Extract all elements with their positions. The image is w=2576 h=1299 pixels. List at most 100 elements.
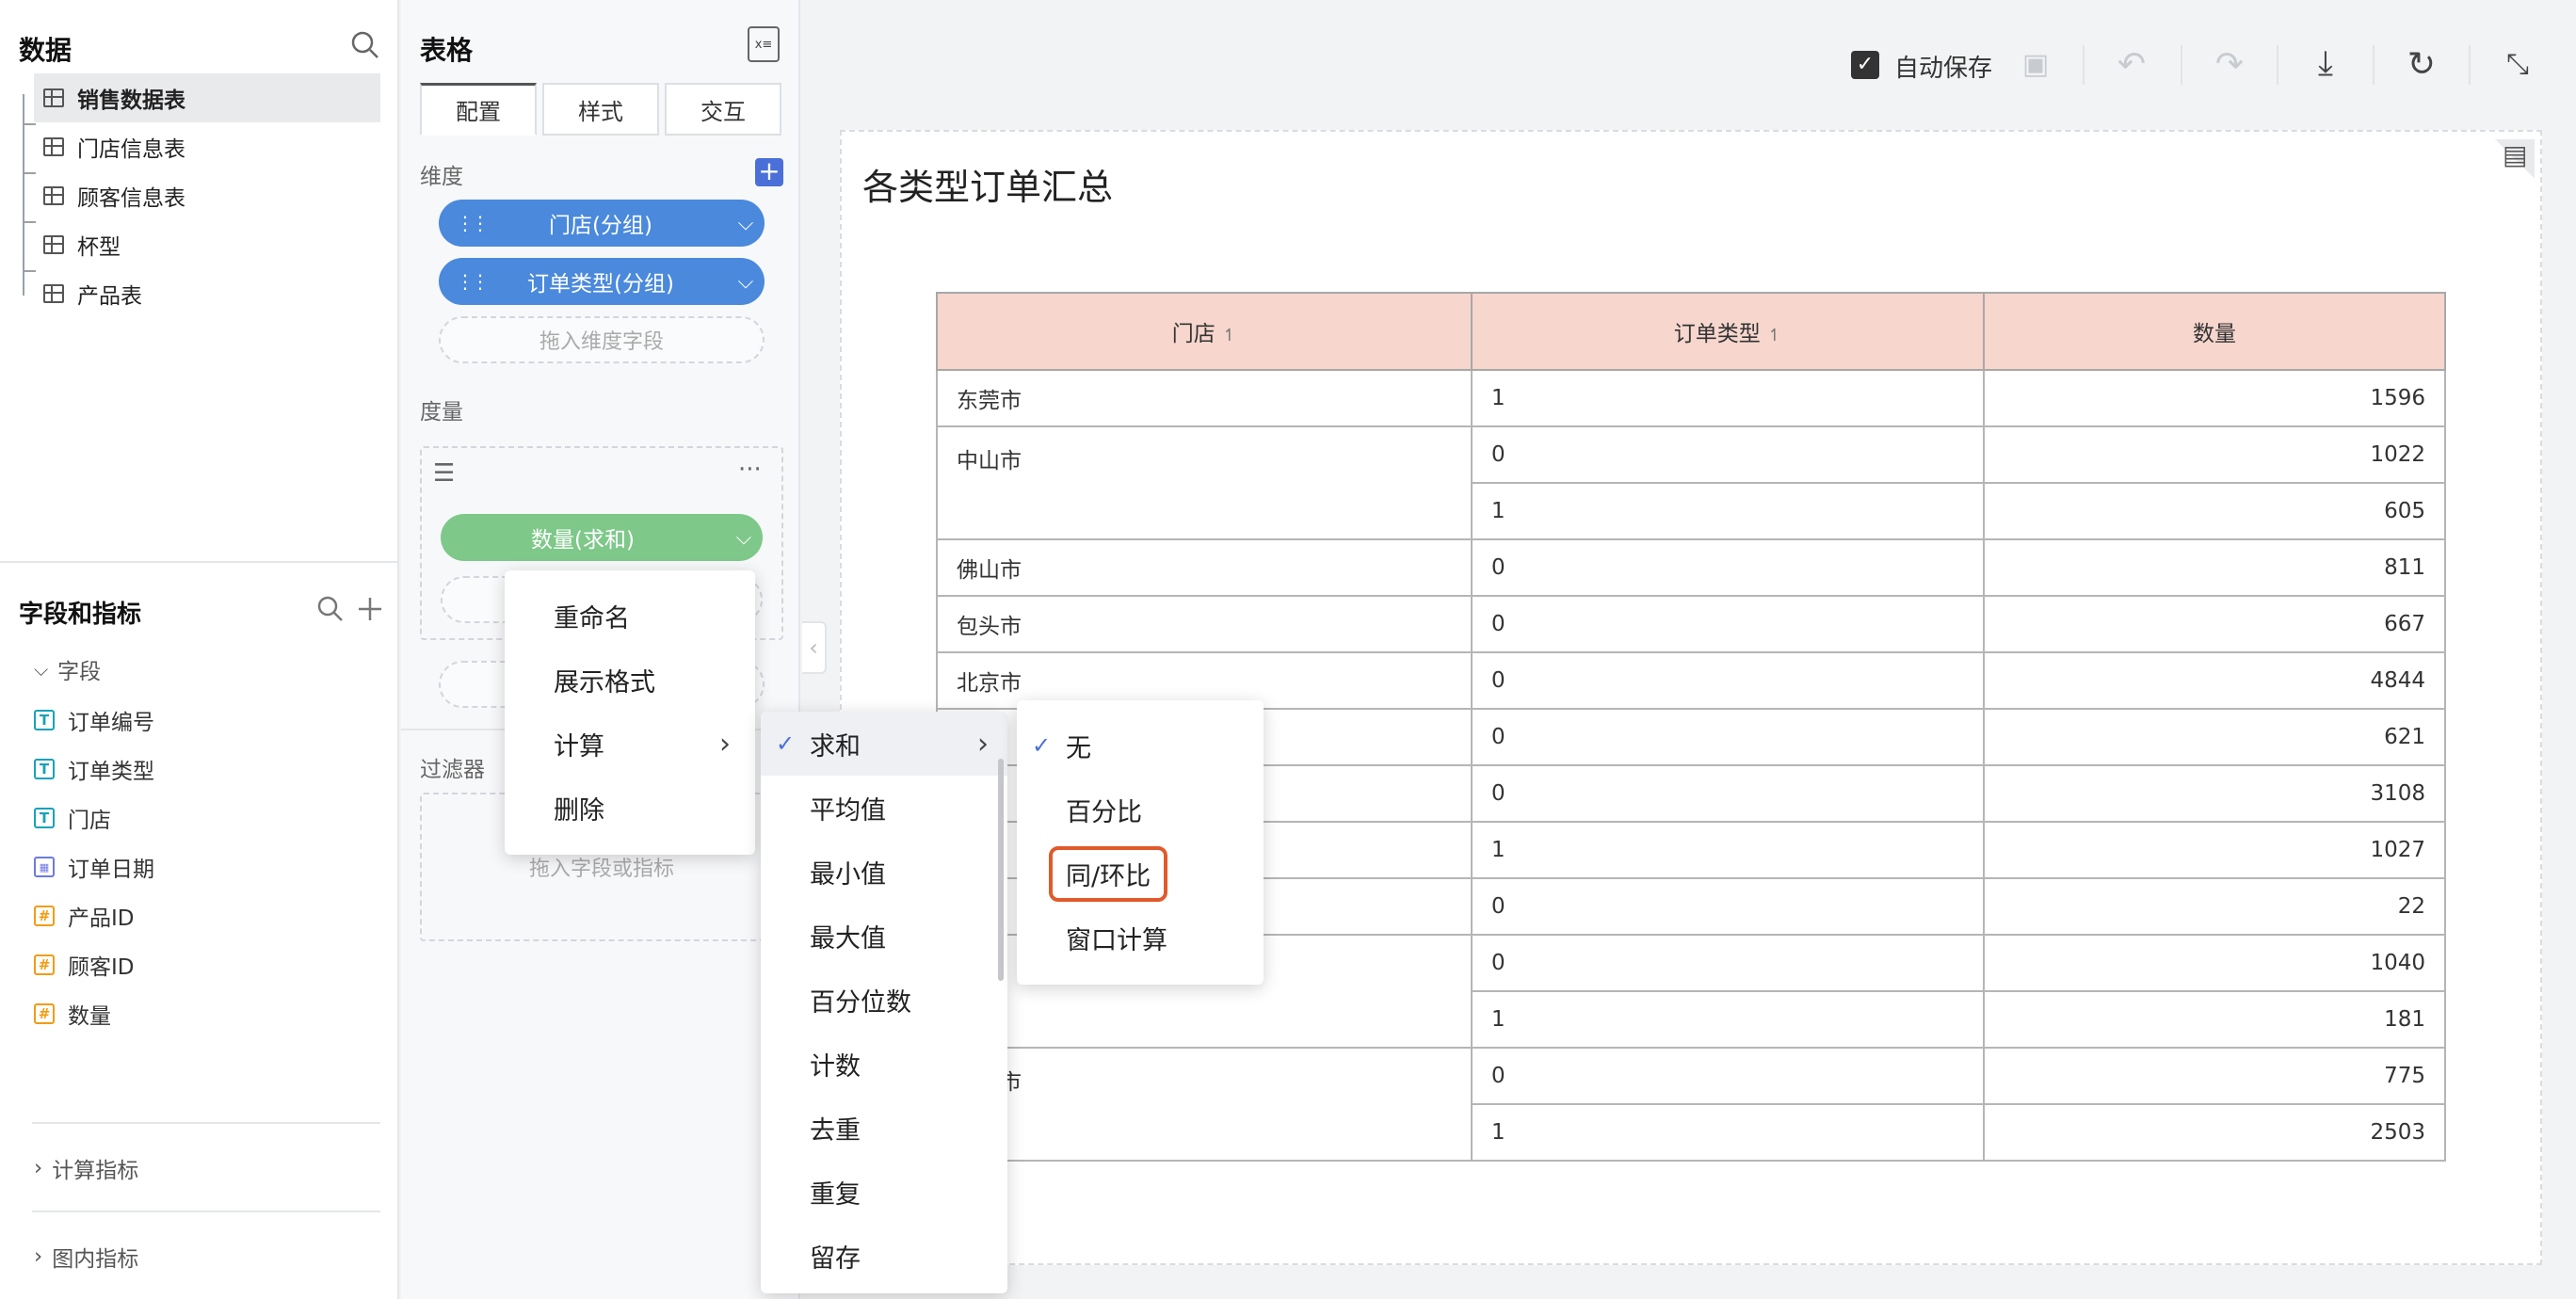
chevron-down-icon[interactable]: ⌵ — [727, 270, 765, 294]
dimension-drop-zone[interactable]: 拖入维度字段 — [439, 316, 765, 363]
chevron-down-icon[interactable]: ⌵ — [727, 212, 765, 235]
table-icon — [43, 88, 64, 107]
export-excel-icon[interactable]: x≡ — [748, 26, 780, 62]
table-item-cup[interactable]: 杯型 — [34, 220, 380, 269]
inner-metrics-toggle[interactable]: › 图内指标 — [34, 1241, 138, 1273]
drag-handle-icon[interactable]: ⋮⋮ — [456, 270, 490, 293]
autosave-label: 自动保存 — [1894, 55, 1993, 83]
sort-icon[interactable]: ↿ — [1767, 326, 1781, 345]
number-type-icon: # — [34, 906, 55, 926]
cell-qty: 22 — [1983, 877, 2446, 936]
field-label: 订单日期 — [68, 858, 154, 882]
menu-item-repeat[interactable]: 重复 — [761, 1160, 1007, 1224]
menu-item-label: 留存 — [810, 1243, 861, 1274]
refresh-icon[interactable]: ↻ — [2399, 41, 2444, 87]
header-label: 订单类型 — [1673, 322, 1761, 346]
cell-qty: 181 — [1983, 990, 2446, 1049]
add-icon[interactable] — [356, 595, 384, 623]
menu-item-percentage[interactable]: 百分比 — [1017, 778, 1264, 842]
menu-item-window-calc[interactable]: 窗口计算 — [1017, 906, 1264, 970]
field-item[interactable]: T 门店 — [34, 796, 111, 840]
column-header-quantity[interactable]: 数量 — [1983, 292, 2446, 371]
field-label: 顾客ID — [68, 955, 135, 980]
menu-item-format[interactable]: 展示格式 — [505, 648, 755, 712]
autosave-checkbox[interactable]: ✓ — [1851, 51, 1879, 79]
cell-type: 1 — [1471, 1103, 1985, 1162]
download-icon[interactable]: ⤓ — [2303, 41, 2348, 87]
field-item[interactable]: ▦ 订单日期 — [34, 845, 154, 889]
chevron-right-icon: › — [977, 727, 989, 761]
redo-icon[interactable]: ↷ — [2207, 41, 2252, 87]
table-item-label: 产品表 — [77, 284, 142, 309]
menu-item-label: 删除 — [554, 795, 604, 826]
scrollbar-thumb[interactable] — [998, 759, 1004, 981]
menu-item-count[interactable]: 计数 — [761, 1032, 1007, 1096]
menu-item-label: 无 — [1066, 733, 1091, 763]
chevron-down-icon[interactable]: ⌵ — [725, 526, 763, 550]
undo-icon[interactable]: ↶ — [2109, 41, 2154, 87]
menu-item-delete[interactable]: 删除 — [505, 776, 755, 840]
table-view-icon[interactable]: ▤ — [2503, 139, 2527, 170]
menu-item-max[interactable]: 最大值 — [761, 904, 1007, 968]
tab-interaction[interactable]: 交互 — [665, 83, 781, 136]
menu-item-distinct[interactable]: 去重 — [761, 1096, 1007, 1160]
list-icon[interactable]: ☰ — [433, 459, 455, 488]
menu-item-label: 窗口计算 — [1066, 925, 1167, 955]
menu-item-percentile[interactable]: 百分位数 — [761, 968, 1007, 1032]
table-item-customers[interactable]: 顾客信息表 — [34, 171, 380, 220]
measure-pill-quantity[interactable]: 数量(求和) ⌵ — [441, 514, 763, 561]
menu-item-retention[interactable]: 留存 — [761, 1224, 1007, 1288]
table-item-products[interactable]: 产品表 — [34, 269, 380, 318]
table-item-label: 顾客信息表 — [77, 186, 185, 211]
more-icon[interactable]: ··· — [738, 456, 762, 484]
measure-label: 度量 — [420, 400, 463, 425]
menu-item-calculate[interactable]: 计算 › — [505, 712, 755, 776]
column-header-order-type[interactable]: 订单类型 ↿ — [1471, 292, 1985, 371]
text-type-icon: T — [34, 759, 55, 779]
field-context-menu: 重命名 展示格式 计算 › 删除 — [505, 570, 755, 855]
dimension-pill-order-type[interactable]: ⋮⋮ 订单类型(分组) ⌵ — [439, 258, 765, 305]
menu-item-rename[interactable]: 重命名 — [505, 584, 755, 648]
column-header-store[interactable]: 门店 ↿ — [936, 292, 1473, 371]
table-row: 包头市 0 667 — [936, 595, 2446, 653]
calc-metrics-toggle[interactable]: › 计算指标 — [34, 1152, 138, 1184]
table-item-sales[interactable]: 销售数据表 — [34, 73, 380, 122]
search-icon[interactable] — [316, 595, 345, 623]
search-icon[interactable] — [350, 30, 380, 60]
menu-item-none[interactable]: ✓ 无 — [1017, 714, 1264, 778]
add-dimension-icon[interactable]: + — [755, 158, 783, 186]
field-item[interactable]: # 产品ID — [34, 894, 135, 938]
drag-handle-icon[interactable]: ⋮⋮ — [456, 212, 490, 234]
dimension-pill-store[interactable]: ⋮⋮ 门店(分组) ⌵ — [439, 200, 765, 247]
cell-qty: 4844 — [1983, 651, 2446, 710]
tab-label: 交互 — [700, 98, 746, 125]
menu-item-min[interactable]: 最小值 — [761, 840, 1007, 904]
tab-style[interactable]: 样式 — [542, 83, 659, 136]
menu-item-yoy-mom[interactable]: 同/环比 — [1017, 842, 1264, 906]
table-row: 东莞市 1 1596 — [936, 369, 2446, 427]
menu-item-sum[interactable]: ✓ 求和 › — [761, 712, 1007, 776]
cell-qty: 667 — [1983, 595, 2446, 653]
dimension-label: 维度 — [420, 165, 463, 189]
menu-item-label: 重命名 — [554, 603, 630, 633]
toolbar-separator — [2373, 45, 2375, 85]
cell-store: 浩特市 — [936, 1047, 1473, 1162]
text-type-icon: T — [34, 710, 55, 730]
collapse-panel-handle[interactable]: ‹ — [802, 621, 827, 674]
fields-group-toggle[interactable]: ⌵ 字段 — [34, 653, 101, 685]
table-icon — [43, 284, 64, 303]
field-item[interactable]: T 订单类型 — [34, 747, 154, 791]
field-label: 订单编号 — [68, 711, 154, 735]
field-item[interactable]: T 订单编号 — [34, 698, 154, 742]
exit-fullscreen-icon[interactable]: ⤡ — [2495, 41, 2540, 87]
chevron-down-icon: ⌵ — [34, 658, 49, 681]
tab-config[interactable]: 配置 — [420, 83, 537, 136]
menu-item-average[interactable]: 平均值 — [761, 776, 1007, 840]
save-icon[interactable]: ▣ — [2013, 41, 2058, 87]
field-item[interactable]: # 顾客ID — [34, 943, 135, 986]
sort-icon[interactable]: ↿ — [1222, 326, 1236, 345]
field-item[interactable]: # 数量 — [34, 992, 111, 1035]
cell-qty: 621 — [1983, 708, 2446, 766]
table-item-stores[interactable]: 门店信息表 — [34, 122, 380, 171]
cell-type: 1 — [1471, 821, 1985, 879]
